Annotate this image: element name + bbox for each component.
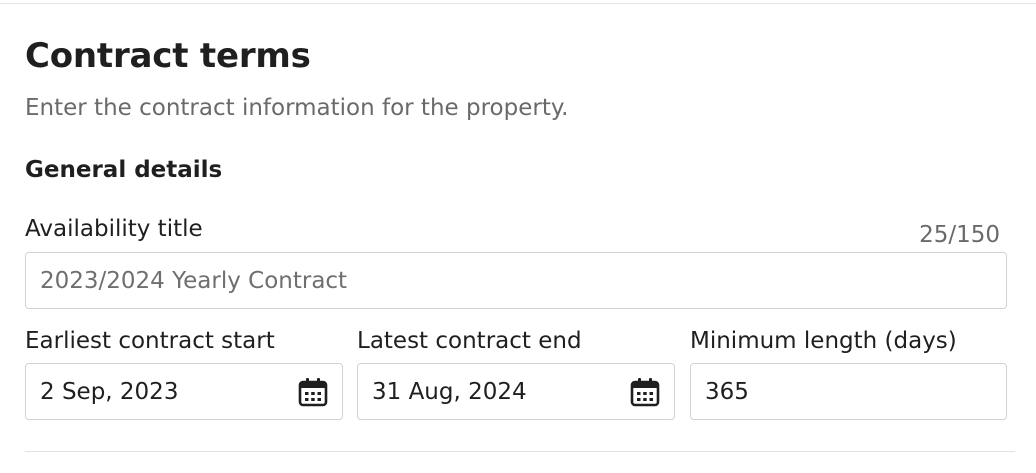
- availability-title-placeholder: 2023/2024 Yearly Contract: [40, 267, 348, 294]
- minimum-length-input[interactable]: 365: [690, 363, 1007, 420]
- availability-title-label: Availability title: [25, 216, 203, 242]
- latest-end-label: Latest contract end: [357, 328, 582, 354]
- page-subtitle: Enter the contract information for the p…: [25, 95, 569, 121]
- calendar-icon[interactable]: [296, 375, 330, 409]
- character-counter: 25/150: [919, 222, 1000, 248]
- earliest-start-date-input[interactable]: 2 Sep, 2023: [25, 363, 343, 420]
- contract-terms-card: Contract terms Enter the contract inform…: [0, 3, 1036, 473]
- page-title: Contract terms: [25, 36, 311, 76]
- section-heading-general: General details: [25, 157, 223, 183]
- section-divider: [25, 451, 1015, 452]
- minimum-length-label: Minimum length (days): [690, 328, 957, 354]
- calendar-icon[interactable]: [628, 375, 662, 409]
- availability-title-input[interactable]: 2023/2024 Yearly Contract: [25, 252, 1007, 309]
- latest-end-value: 31 Aug, 2024: [372, 378, 527, 405]
- earliest-start-value: 2 Sep, 2023: [40, 378, 179, 405]
- earliest-start-label: Earliest contract start: [25, 328, 275, 354]
- minimum-length-value: 365: [705, 378, 749, 405]
- latest-end-date-input[interactable]: 31 Aug, 2024: [357, 363, 675, 420]
